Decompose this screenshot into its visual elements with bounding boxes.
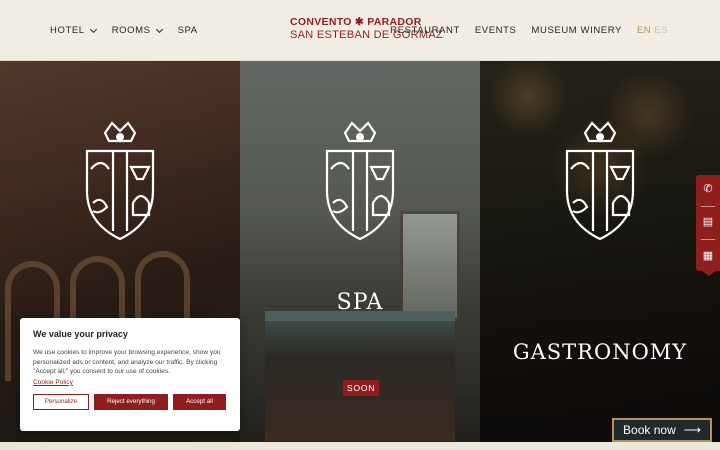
reception-icon[interactable]: ▤ — [703, 217, 713, 228]
footer-strip — [0, 442, 720, 450]
cookie-title: We value your privacy — [33, 329, 128, 339]
site-header: HOTEL ROOMS SPA CONVENTO ✱ PARADOR SAN E… — [0, 0, 720, 61]
divider — [701, 239, 715, 241]
lang-en[interactable]: EN — [637, 25, 651, 36]
nav-hotel-label: HOTEL — [50, 25, 85, 36]
chevron-down-icon — [89, 25, 97, 33]
lang-es[interactable]: ES — [654, 25, 668, 36]
divider — [701, 205, 715, 207]
nav-restaurant-label: RESTAURANT — [390, 25, 460, 36]
crest-icon — [565, 121, 635, 241]
nav-museum-winery[interactable]: MUSEUM WINERY — [531, 25, 622, 36]
book-now-label: Book now — [623, 423, 676, 437]
logo-line-2: SAN ESTEBAN DE GORMAZ — [290, 29, 443, 41]
cookie-consent: We value your privacy We use cookies to … — [20, 318, 240, 431]
nav-events[interactable]: EVENTS — [475, 25, 517, 36]
calendar-icon[interactable]: ▦ — [703, 250, 713, 262]
site-logo[interactable]: CONVENTO ✱ PARADOR SAN ESTEBAN DE GORMAZ — [290, 16, 443, 42]
panel-gastronomy[interactable]: GASTRONOMY — [480, 61, 720, 442]
side-widget-tip — [698, 268, 720, 276]
nav-spa[interactable]: SPA — [178, 25, 198, 36]
side-contact-widget: ✆ ▤ ▦ — [696, 175, 720, 271]
nav-right: RESTAURANT EVENTS MUSEUM WINERY EN ES — [390, 25, 668, 36]
chevron-down-icon — [155, 25, 163, 33]
nav-rooms-label: ROOMS — [111, 25, 151, 36]
cookie-buttons: Personalize Reject everything Accept all — [33, 393, 227, 410]
cookie-text: We use cookies to improve your browsing … — [33, 349, 221, 376]
personalize-button[interactable]: Personalize — [33, 393, 89, 410]
hot-tub — [265, 311, 455, 441]
panel-spa[interactable]: SPA SOON — [240, 61, 480, 442]
nav-rooms[interactable]: ROOMS — [111, 25, 163, 36]
accept-all-button[interactable]: Accept all — [173, 393, 226, 410]
panel-title-gastronomy: GASTRONOMY — [512, 340, 688, 364]
nav-museum-winery-label: MUSEUM WINERY — [531, 25, 622, 36]
panel-title-spa: SPA — [336, 290, 384, 315]
cookie-policy-link[interactable]: Cookie Policy — [33, 379, 227, 386]
phone-icon[interactable]: ✆ — [703, 184, 712, 195]
nav-left: HOTEL ROOMS SPA — [50, 25, 198, 36]
language-switcher: EN ES — [637, 25, 668, 36]
nav-restaurant[interactable]: RESTAURANT — [390, 25, 460, 36]
crest-icon — [85, 121, 155, 241]
nav-hotel[interactable]: HOTEL — [50, 25, 97, 36]
nav-events-label: EVENTS — [474, 25, 517, 36]
soon-badge: SOON — [343, 380, 380, 396]
book-now-button[interactable]: Book now ⟶ — [612, 418, 712, 442]
crest-icon — [325, 121, 395, 241]
reject-all-button[interactable]: Reject everything — [94, 393, 168, 410]
arrow-right-icon: ⟶ — [683, 423, 701, 437]
logo-line-1: CONVENTO ✱ PARADOR — [290, 16, 422, 28]
nav-spa-label: SPA — [177, 25, 198, 36]
